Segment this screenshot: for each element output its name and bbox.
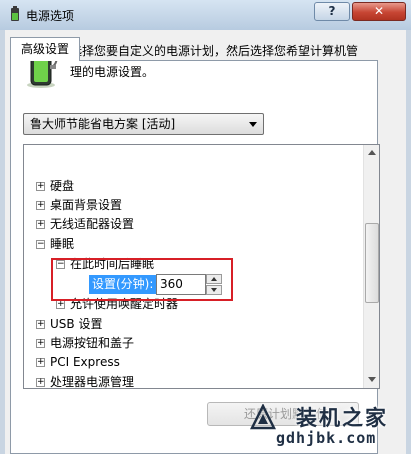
tree-item-label: 桌面背景设置 xyxy=(50,198,123,212)
tree-item-label: PCI Express xyxy=(50,355,120,369)
window-title: 电源选项 xyxy=(26,9,75,23)
power-plan-dropdown[interactable]: 鲁大师节能省电方案 [活动] xyxy=(23,113,264,135)
help-button[interactable]: ? xyxy=(314,2,350,21)
expand-icon[interactable]: + xyxy=(36,182,45,191)
expand-icon[interactable]: + xyxy=(36,320,45,329)
expand-icon[interactable]: + xyxy=(36,220,45,229)
scrollbar-thumb[interactable] xyxy=(365,223,379,303)
close-button[interactable]: ✕ xyxy=(352,2,406,21)
description-text: 选择您要自定义的电源计划，然后选择您希望计算机管理的电源设置。 xyxy=(70,44,359,79)
collapse-icon[interactable]: − xyxy=(36,240,45,249)
expand-icon[interactable]: + xyxy=(36,378,45,387)
expand-icon[interactable]: + xyxy=(36,201,45,210)
expand-icon[interactable]: + xyxy=(36,358,45,367)
tree-item-label: 电源按钮和盖子 xyxy=(50,336,135,350)
scroll-down-icon[interactable] xyxy=(368,377,376,382)
highlight-annotation-box xyxy=(51,258,233,301)
dropdown-selected-value: 鲁大师节能省电方案 [活动] xyxy=(30,117,176,131)
tree-item-label: 处理器电源管理 xyxy=(50,375,135,389)
tree-item-label: 硬盘 xyxy=(50,179,75,193)
tree-item-label: 无线适配器设置 xyxy=(50,217,135,231)
tree-item-label: USB 设置 xyxy=(50,317,103,331)
watermark-logo-icon xyxy=(250,404,276,430)
vertical-scrollbar[interactable] xyxy=(363,145,379,388)
watermark-url: gdhjbk.com xyxy=(276,429,377,447)
chevron-down-icon xyxy=(249,122,257,127)
title-bar: 电源选项 ? ✕ xyxy=(0,0,411,30)
watermark-text: 装机之家 xyxy=(296,406,388,430)
expand-icon[interactable]: + xyxy=(56,300,65,309)
battery-plug-icon xyxy=(11,6,19,21)
tab-advanced-settings[interactable]: 高级设置 xyxy=(10,37,80,61)
scroll-up-icon[interactable] xyxy=(368,150,376,155)
expand-icon[interactable]: + xyxy=(36,339,45,348)
tree-item-label: 睡眠 xyxy=(50,237,75,251)
